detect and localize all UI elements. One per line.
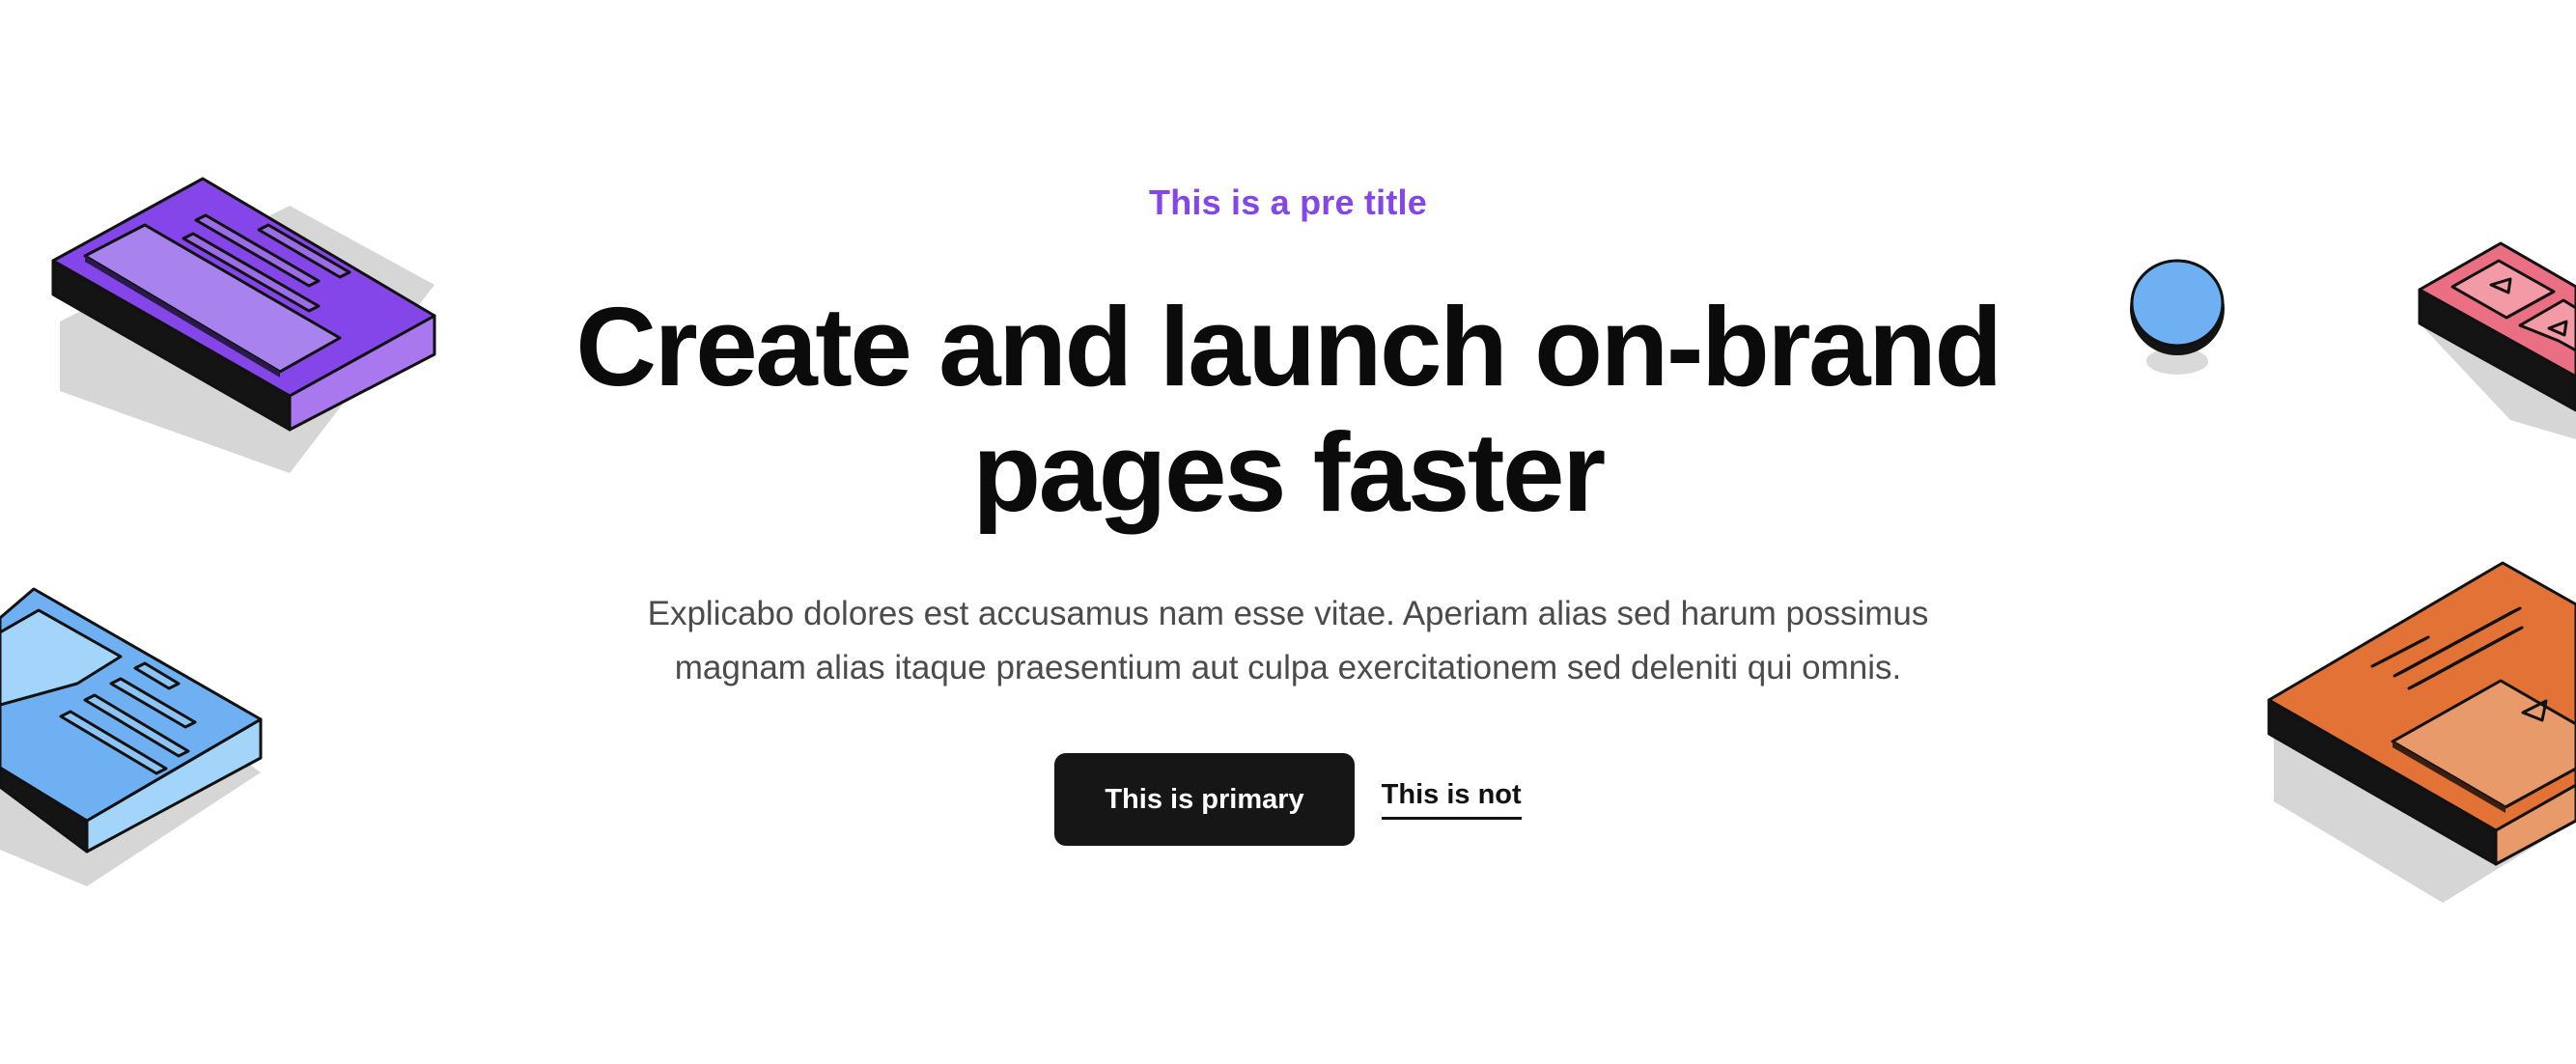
pre-title: This is a pre title [1149, 182, 1427, 222]
hero-description: Explicabo dolores est accusamus nam esse… [647, 595, 1929, 686]
hero-headline: Create and launch on-brand pages faster [575, 284, 2002, 535]
blue-sphere-illustration [2130, 259, 2225, 375]
purple-card-illustration [51, 177, 436, 473]
primary-button[interactable]: This is primary [1054, 753, 1355, 846]
orange-card-illustration [2267, 561, 2576, 903]
blue-card-illustration [0, 587, 263, 886]
hero-actions: This is primary This is not [516, 753, 2060, 846]
hero-section: This is a pre title Create and launch on… [0, 0, 2576, 1064]
hero-content: This is a pre title Create and launch on… [516, 174, 2060, 846]
secondary-link[interactable]: This is not [1381, 779, 1522, 820]
pink-card-illustration [2418, 241, 2576, 439]
